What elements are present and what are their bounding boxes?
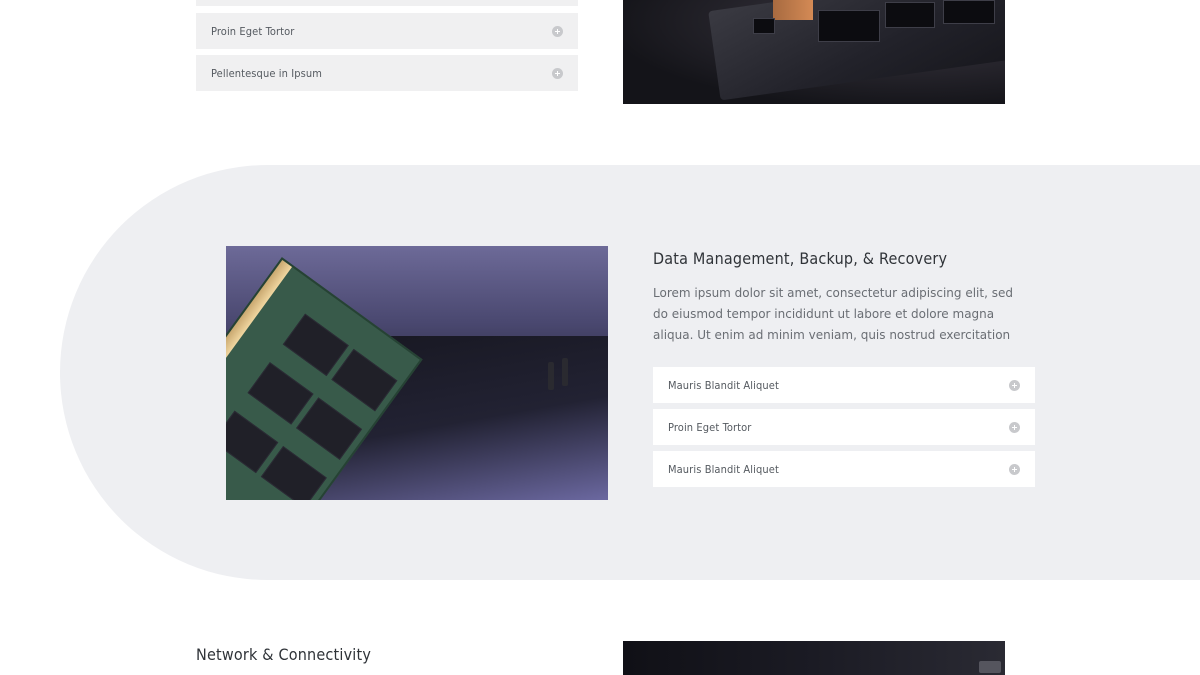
- section-description: Lorem ipsum dolor sit amet, consectetur …: [653, 286, 1013, 342]
- plus-circle-icon[interactable]: [552, 25, 563, 37]
- plus-circle-icon[interactable]: [1009, 421, 1020, 433]
- accordion-item-pellentesque-in-ipsum[interactable]: Pellentesque in Ipsum: [196, 55, 578, 91]
- accordion-item-mauris-blandit-aliquet-2[interactable]: Mauris Blandit Aliquet: [653, 451, 1035, 487]
- accordion-item-partial[interactable]: [196, 0, 578, 6]
- network-section-title: Network & Connectivity: [196, 645, 372, 664]
- accordion-item-label: Mauris Blandit Aliquet: [668, 378, 779, 392]
- accordion-item-label: Mauris Blandit Aliquet: [668, 462, 779, 476]
- plus-circle-icon[interactable]: [1009, 463, 1020, 475]
- section-title: Data Management, Backup, & Recovery: [653, 249, 948, 268]
- accordion-item-proin-eget-tortor[interactable]: Proin Eget Tortor: [653, 409, 1035, 445]
- ram-module-image: [226, 246, 608, 500]
- accordion-item-label: Proin Eget Tortor: [668, 420, 752, 434]
- circuit-board-image: [623, 0, 1005, 104]
- accordion-item-label: Proin Eget Tortor: [211, 24, 295, 38]
- plus-circle-icon[interactable]: [552, 67, 563, 79]
- accordion-item-label: Pellentesque in Ipsum: [211, 66, 322, 80]
- accordion-item-mauris-blandit-aliquet[interactable]: Mauris Blandit Aliquet: [653, 367, 1035, 403]
- plus-circle-icon[interactable]: [1009, 379, 1020, 391]
- network-hardware-image: [623, 641, 1005, 675]
- accordion-item-proin-eget-tortor[interactable]: Proin Eget Tortor: [196, 13, 578, 49]
- page: Proin Eget Tortor Pellentesque in Ipsum: [0, 0, 1200, 675]
